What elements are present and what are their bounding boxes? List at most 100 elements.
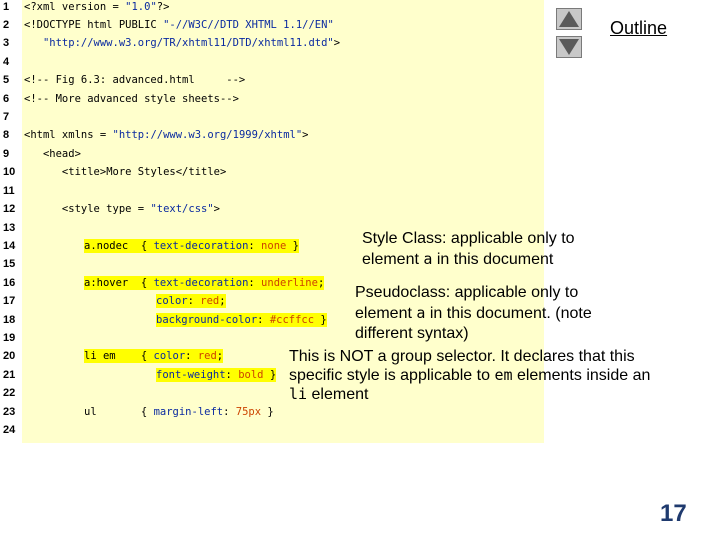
- line-number: 8: [3, 129, 10, 141]
- code-line-16: a:hover { text-decoration: underline;: [84, 276, 325, 290]
- annotation-line: element a in this document. (note: [355, 303, 592, 324]
- code-token: ;: [216, 350, 224, 362]
- annotation-style-class: Style Class: applicable only to element …: [362, 228, 575, 270]
- code-token: "-//W3C//DTD XHTML 1.1//EN": [163, 19, 334, 31]
- code-line-10: <title>More Styles</title>: [24, 165, 226, 179]
- annotation-text: element: [355, 305, 417, 322]
- code-token: <!DOCTYPE html PUBLIC: [24, 19, 164, 31]
- code-token: >: [213, 203, 220, 215]
- code-token: :: [257, 314, 270, 326]
- triangle-up-icon: [559, 11, 579, 27]
- css-property: font-weight: [156, 369, 226, 381]
- css-value: red: [200, 295, 220, 307]
- annotation-text: This is NOT a group selector. It declare…: [289, 348, 635, 365]
- css-selector: a:hover: [84, 277, 129, 289]
- code-token: :: [187, 295, 201, 307]
- code-token: :: [248, 240, 262, 252]
- css-value: 75px: [235, 406, 262, 418]
- line-number: 6: [3, 93, 10, 105]
- annotation-descendant-selector: This is NOT a group selector. It declare…: [289, 346, 650, 404]
- line-number: 14: [3, 240, 16, 252]
- css-property: color: [153, 350, 186, 362]
- code-line-8: <html xmlns = "http://www.w3.org/1999/xh…: [24, 128, 309, 142]
- code-line-5: <!-- Fig 6.3: advanced.html -->: [24, 73, 245, 87]
- code-token: "1.0": [125, 1, 157, 13]
- line-number: 11: [3, 185, 15, 197]
- line-number: 19: [3, 332, 16, 344]
- code-token: {: [96, 406, 154, 418]
- code-comment: <!-- More advanced style sheets-->: [24, 93, 239, 105]
- annotation-line: li element: [289, 385, 650, 404]
- annotation-text: Pseudoclass: applicable only to: [355, 284, 579, 301]
- css-property: text-decoration: [153, 240, 249, 252]
- next-slide-button[interactable]: [556, 36, 582, 58]
- code-token: More Styles: [106, 166, 176, 178]
- annotation-code: li: [289, 385, 308, 403]
- css-selector: ul: [84, 406, 97, 418]
- line-number: 13: [3, 222, 16, 234]
- line-number: 21: [3, 369, 16, 381]
- line-number-gutter: 1 2 3 4 5 6 7 8 9 10 11 12 13 14 15 16 1…: [0, 0, 22, 443]
- code-comment: <!-- Fig 6.3: advanced.html -->: [24, 74, 246, 86]
- code-line-18: background-color: #ccffcc }: [156, 313, 327, 327]
- line-number: 23: [3, 406, 16, 418]
- code-line-17: color: red;: [156, 294, 226, 308]
- outline-link[interactable]: Outline: [610, 18, 667, 39]
- line-number: 3: [3, 37, 10, 49]
- line-number: 9: [3, 148, 10, 160]
- code-line-3: "http://www.w3.org/TR/xhtml11/DTD/xhtml1…: [24, 36, 340, 50]
- code-line-21: font-weight: bold }: [156, 368, 277, 382]
- line-number: 1: [3, 1, 10, 13]
- slide-number: 17: [660, 500, 687, 527]
- code-line-12: <style type = "text/css">: [24, 202, 220, 216]
- line-number: 10: [3, 166, 16, 178]
- code-token: >: [302, 129, 309, 141]
- code-token: {: [128, 277, 154, 289]
- code-token: }: [286, 240, 299, 252]
- code-token: {: [115, 350, 154, 362]
- css-value: #ccffcc: [269, 314, 315, 326]
- line-number: 12: [3, 203, 16, 215]
- code-token: <style type =: [24, 203, 151, 215]
- annotation-text: element: [307, 386, 369, 403]
- code-token: :: [248, 277, 262, 289]
- code-token: </title>: [175, 166, 227, 178]
- annotation-text: specific style is applicable to: [289, 367, 495, 384]
- code-token: }: [261, 406, 274, 418]
- code-token: :: [223, 406, 236, 418]
- annotation-text: in this document. (note: [425, 305, 592, 322]
- code-token: "text/css": [150, 203, 214, 215]
- code-line-9: <head>: [24, 147, 81, 161]
- annotation-line: different syntax): [355, 324, 592, 344]
- line-number: 18: [3, 314, 16, 326]
- code-token: >: [333, 37, 341, 49]
- line-number: 4: [3, 56, 10, 68]
- line-number: 17: [3, 295, 16, 307]
- css-property: color: [156, 295, 188, 307]
- code-token: }: [263, 369, 277, 381]
- line-number: 5: [3, 74, 10, 86]
- code-token: ?>: [156, 1, 170, 13]
- code-token: ;: [317, 277, 325, 289]
- css-selector: li em: [84, 350, 116, 362]
- annotation-text: element: [362, 251, 424, 268]
- code-line-6: <!-- More advanced style sheets-->: [24, 92, 239, 106]
- annotation-text: different syntax): [355, 325, 469, 342]
- annotation-text: in this document: [432, 251, 554, 268]
- css-value: underline: [261, 277, 318, 289]
- code-token: ;: [219, 295, 226, 307]
- css-property: margin-left: [153, 406, 224, 418]
- line-number: 15: [3, 258, 16, 270]
- line-number: 24: [3, 424, 16, 436]
- annotation-text: elements inside an: [512, 367, 651, 384]
- annotation-line: This is NOT a group selector. It declare…: [289, 346, 650, 366]
- css-value: bold: [238, 369, 264, 381]
- code-line-1: <?xml version = "1.0"?>: [24, 0, 169, 14]
- code-line-2: <!DOCTYPE html PUBLIC "-//W3C//DTD XHTML…: [24, 18, 334, 32]
- code-token: <?xml version =: [24, 1, 126, 13]
- previous-slide-button[interactable]: [556, 8, 582, 30]
- code-token: "http://www.w3.org/TR/xhtml11/DTD/xhtml1…: [24, 37, 334, 49]
- code-token: <html xmlns =: [24, 129, 113, 141]
- css-selector: a.nodec: [84, 240, 129, 252]
- code-line-20: li em { color: red;: [84, 349, 224, 363]
